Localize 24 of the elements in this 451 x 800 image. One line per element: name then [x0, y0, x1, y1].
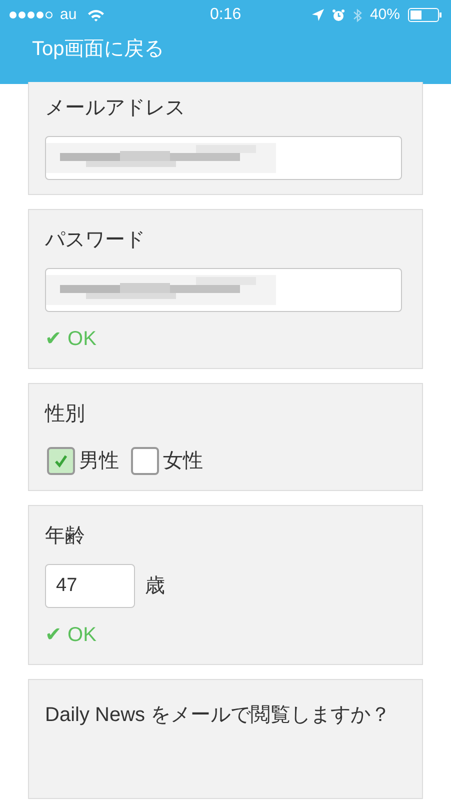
wifi-icon — [86, 8, 105, 22]
validation-message: ✔ OK — [45, 623, 98, 648]
field-label: 年齢 — [45, 524, 86, 549]
carrier-label: au — [60, 4, 77, 25]
checkbox[interactable] — [47, 447, 75, 475]
input-field[interactable] — [45, 268, 402, 312]
battery-percentage: 40% — [370, 4, 400, 25]
field-label: パスワード — [45, 228, 146, 253]
battery-icon — [408, 8, 442, 22]
checkbox[interactable] — [131, 447, 159, 475]
option-label: 女性 — [163, 449, 203, 474]
option-label: 男性 — [79, 449, 119, 474]
unit-label: 歳 — [145, 574, 165, 599]
bluetooth-icon — [352, 8, 362, 22]
checkmark-icon — [54, 454, 68, 468]
input-field[interactable] — [45, 136, 402, 180]
field-label: メールアドレス — [45, 96, 186, 121]
input-field[interactable]: 47 — [45, 564, 135, 608]
field-label: 性別 — [45, 402, 86, 427]
field-label: Daily News をメールで閲覧しますか？ — [45, 703, 392, 728]
validation-message: ✔ OK — [45, 327, 98, 352]
clock-time: 0:16 — [210, 5, 242, 25]
location-arrow-icon — [312, 9, 324, 21]
alarm-clock-icon — [332, 8, 345, 22]
